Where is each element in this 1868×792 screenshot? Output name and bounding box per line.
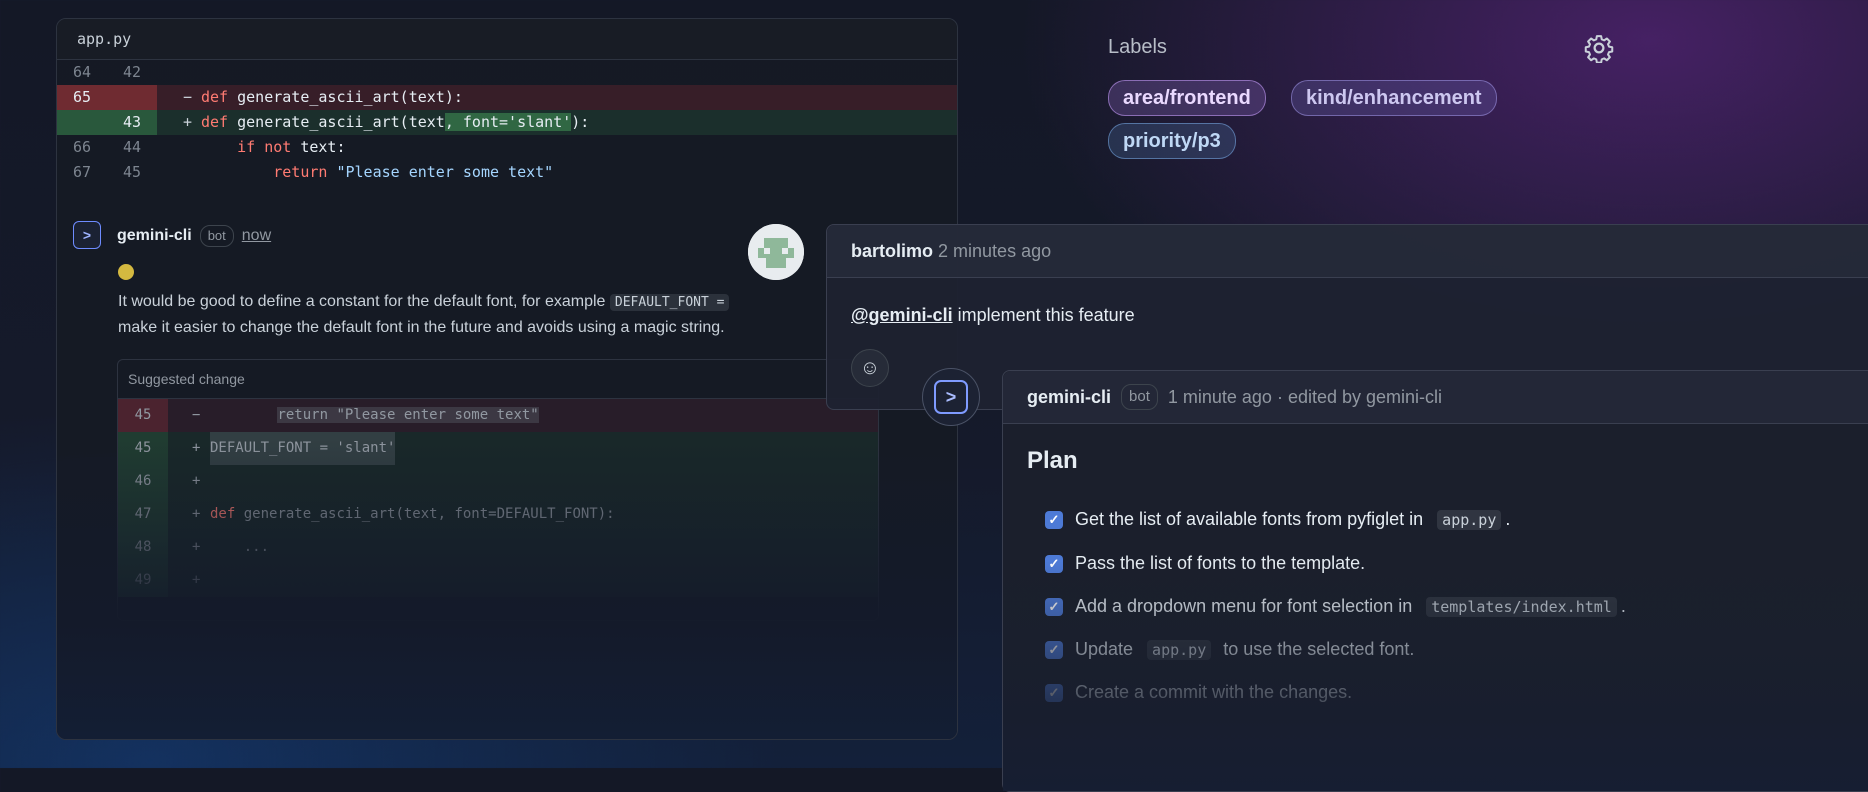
suggestion-row-deleted: 45 − return "Please enter some text" (118, 399, 878, 432)
comment-header: gemini-cli bot now (117, 225, 271, 247)
comment-header: bartolimo 2 minutes ago (827, 225, 1868, 278)
comment-author[interactable]: gemini-cli (117, 227, 192, 245)
diff-row[interactable]: 67 45 return "Please enter some text" (57, 160, 957, 185)
new-line-number (107, 85, 157, 110)
suggestion-row-added: 49 + (118, 564, 878, 597)
task-item: ✓ Create a commit with the changes. (1045, 682, 1352, 703)
new-line-number: 44 (122, 138, 142, 156)
new-line-number: 43 (107, 110, 157, 135)
comment-body: @gemini-cli implement this feature (851, 305, 1135, 325)
comment-author[interactable]: bartolimo (851, 241, 933, 261)
comment-body: It would be good to define a constant fo… (118, 289, 878, 340)
comment-author[interactable]: gemini-cli (1027, 371, 1111, 423)
label-chip[interactable]: kind/enhancement (1291, 80, 1497, 116)
code-line: if not text: (237, 138, 346, 156)
smiley-icon[interactable]: ☺ (851, 349, 889, 387)
new-line-number: 42 (122, 63, 142, 81)
task-item: ✓ Get the list of available fonts from p… (1045, 509, 1510, 530)
task-item: ✓ Pass the list of fonts to the template… (1045, 553, 1365, 574)
suggestion-row-added: 45 + DEFAULT_FONT = 'slant' (118, 432, 878, 465)
bot-prompt-icon: > (934, 380, 968, 414)
suggestion-row-added: 46 + (118, 465, 878, 498)
checkbox-icon[interactable]: ✓ (1045, 554, 1063, 573)
gear-icon[interactable] (1584, 33, 1614, 63)
code-line: def generate_ascii_art(text): (201, 88, 463, 106)
old-line-number: 64 (72, 63, 92, 81)
checkbox-icon[interactable]: ✓ (1045, 597, 1063, 616)
bot-badge: bot (1121, 384, 1158, 410)
diff-row[interactable]: 66 44 if not text: (57, 135, 957, 160)
old-line-number: 67 (72, 163, 92, 181)
plan-heading: Plan (1027, 447, 1078, 474)
comment-meta: 1 minute ago · edited by gemini-cli (1167, 387, 1443, 407)
checkbox-icon[interactable]: ✓ (1045, 683, 1063, 702)
file-name: app.py (57, 19, 957, 60)
diff-row[interactable]: 64 42 (57, 60, 957, 85)
suggestion-row-added: 48 + ... (118, 531, 878, 564)
label-chip[interactable]: area/frontend (1108, 80, 1266, 116)
avatar[interactable] (748, 224, 804, 280)
comment-timestamp[interactable]: 2 minutes ago (938, 241, 1051, 261)
task-item: ✓ Update app.py to use the selected font… (1045, 639, 1414, 660)
diff-row-deleted[interactable]: 65 − def generate_ascii_art(text): (57, 85, 957, 110)
checkbox-icon[interactable]: ✓ (1045, 510, 1063, 529)
label-chip[interactable]: priority/p3 (1108, 123, 1236, 159)
task-item: ✓ Add a dropdown menu for font selection… (1045, 596, 1626, 617)
code-diff-panel: app.py 64 42 65 − def generate_ascii_art… (56, 18, 958, 740)
old-line-number (57, 110, 107, 135)
code-line: def generate_ascii_art(text, font='slant… (201, 113, 590, 131)
inline-code: templates/index.html (1426, 596, 1617, 617)
checkbox-icon[interactable]: ✓ (1045, 640, 1063, 659)
new-line-number: 45 (122, 163, 142, 181)
comment-header: gemini-cli bot 1 minute ago · edited by … (1003, 371, 1868, 424)
comment-timestamp[interactable]: now (242, 227, 271, 245)
avatar[interactable]: > (922, 368, 980, 426)
priority-dot-icon (118, 264, 134, 280)
diff-sign: + (183, 113, 193, 131)
inline-code: app.py (1437, 509, 1502, 530)
suggested-change: Suggested change 45 − return "Please ent… (117, 359, 879, 621)
user-mention[interactable]: @gemini-cli (851, 305, 953, 325)
inline-code: DEFAULT_FONT = (609, 294, 730, 311)
plan-comment: gemini-cli bot 1 minute ago · edited by … (1002, 370, 1868, 792)
diff-sign: − (183, 88, 193, 106)
labels-heading: Labels (1108, 36, 1167, 58)
old-line-number: 66 (72, 138, 92, 156)
bot-badge: bot (199, 225, 234, 247)
old-line-number: 65 (57, 85, 107, 110)
suggested-change-title: Suggested change (118, 360, 878, 399)
bot-prompt-icon[interactable]: > (73, 221, 101, 249)
code-line: return "Please enter some text" (273, 163, 554, 181)
diff-row-added[interactable]: 43 + def generate_ascii_art(text, font='… (57, 110, 957, 135)
suggestion-row-added: 47 + def generate_ascii_art(text, font=D… (118, 498, 878, 531)
inline-code: app.py (1147, 639, 1212, 660)
